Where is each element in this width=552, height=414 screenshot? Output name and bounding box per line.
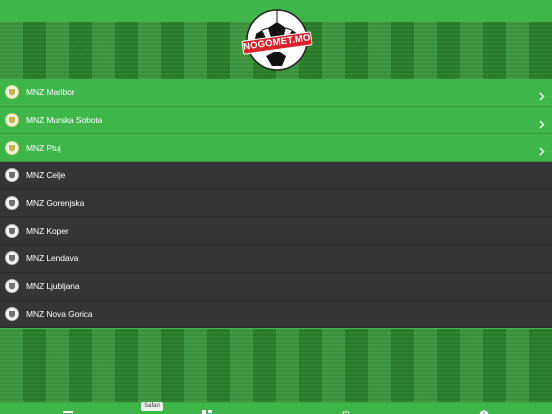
crest-ptuj-icon [5,140,19,155]
crest-ljubljana-icon [5,279,19,294]
association-row[interactable]: MNZ Murska Sobota [0,106,552,135]
bottom-tab-bar [0,402,552,414]
association-label: MNZ Gorenjska [26,198,85,209]
crest-nova-gorica-icon [5,306,19,321]
association-row[interactable]: MNZ Ptuj [0,134,552,163]
grass-footer-background [0,329,552,402]
chevron-right-icon [537,116,546,129]
association-label: MNZ Ptuj [26,142,61,153]
crest-lendava-icon [5,251,19,266]
nogomet-mobi-logo: NOGOMET.MOBI [241,8,313,72]
association-label: MNZ Celje [26,170,66,181]
list-icon[interactable] [63,407,73,414]
association-row[interactable]: MNZ Maribor [0,79,552,107]
safari-tooltip: Safari [141,402,163,411]
crest-murska-sobota-icon [5,113,19,128]
association-row[interactable]: MNZ Celje [0,162,552,190]
crest-gorenjska-icon [5,196,19,211]
crest-maribor-icon [5,85,19,100]
association-row[interactable]: MNZ Lendava [0,245,552,273]
association-row[interactable]: MNZ Gorenjska [0,189,552,218]
association-row[interactable]: MNZ Ljubljana [0,272,552,301]
chevron-right-icon [537,143,546,156]
association-label: MNZ Nova Gorica [26,308,93,319]
association-label: MNZ Koper [26,225,69,236]
grid-icon[interactable] [202,407,212,414]
chevron-right-icon [537,88,546,101]
gear-icon[interactable] [341,407,351,414]
association-label: MNZ Ljubljana [26,281,80,292]
association-label: MNZ Murska Sobota [26,115,103,126]
crest-koper-icon [5,223,19,238]
info-icon[interactable] [479,407,489,414]
association-label: MNZ Maribor [26,87,75,98]
association-row[interactable]: MNZ Koper [0,217,552,246]
association-list: MNZ Maribor MNZ Murska Sobota MNZ Ptuj MNZ … [0,79,552,329]
association-label: MNZ Lendava [26,253,79,264]
crest-celje-icon [5,168,19,183]
association-row[interactable]: MNZ Nova Gorica [0,300,552,329]
